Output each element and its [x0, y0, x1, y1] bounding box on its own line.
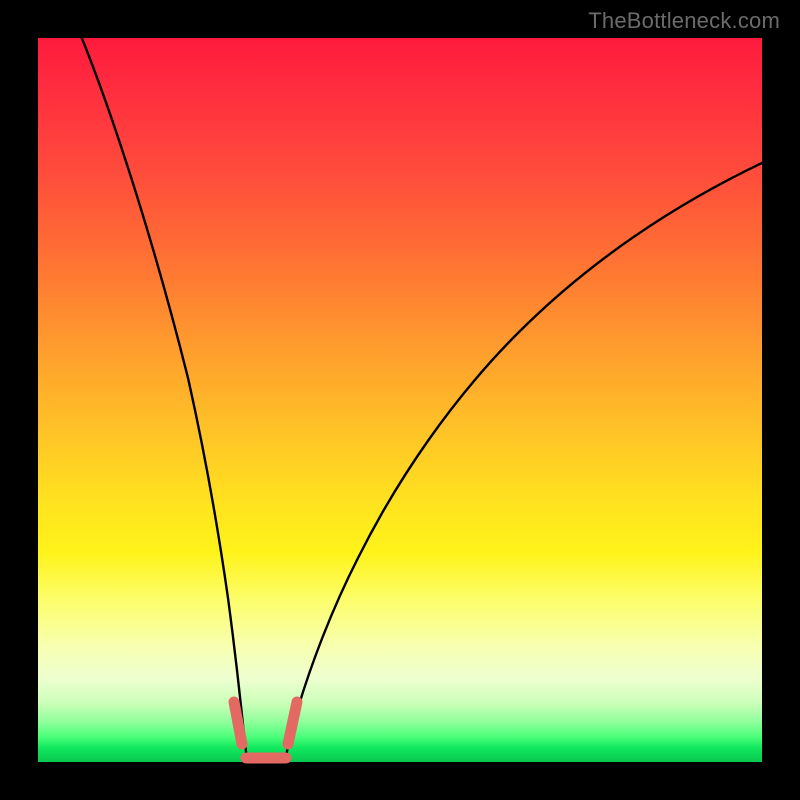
right-bottom-marker [288, 702, 297, 744]
left-branch-curve [81, 36, 248, 762]
curve-layer [38, 38, 762, 762]
chart-frame: TheBottleneck.com [0, 0, 800, 800]
watermark-text: TheBottleneck.com [588, 8, 780, 34]
right-branch-curve [285, 162, 764, 762]
plot-area [38, 38, 762, 762]
